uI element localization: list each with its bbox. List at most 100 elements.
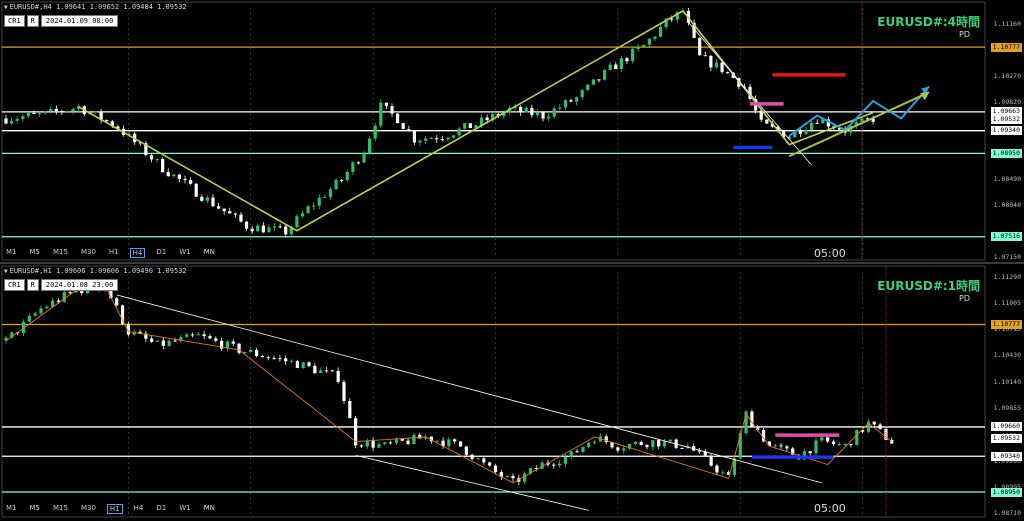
candle-body (161, 159, 165, 173)
symbol-header: ▼ EURUSD#,H1 1.09606 1.09606 1.09490 1.09… (4, 267, 187, 275)
candle-body (348, 400, 352, 419)
candle-body (200, 196, 204, 201)
candle-body (237, 343, 241, 353)
candle-body (301, 362, 305, 368)
candle-body (196, 334, 200, 336)
candle-body (523, 473, 527, 482)
candle-body (39, 308, 43, 314)
candle-body (815, 122, 819, 124)
price-chart-h4[interactable] (0, 0, 1024, 264)
tf-m5[interactable]: M5 (28, 504, 43, 514)
tf-m30[interactable]: M30 (79, 248, 98, 258)
candle-body (71, 108, 75, 112)
candle-body (592, 441, 597, 443)
cr1-button[interactable]: CR1 (4, 15, 25, 27)
price-badge: 1.07516 (990, 232, 1022, 242)
candle-body (418, 140, 422, 143)
tf-d1[interactable]: D1 (154, 248, 168, 258)
candle-body (155, 340, 160, 342)
r-button[interactable]: R (26, 279, 39, 291)
tf-w1[interactable]: W1 (177, 504, 192, 514)
candle-body (831, 441, 836, 445)
pd-label: PD (959, 294, 970, 303)
candle-body (390, 106, 394, 114)
r-button[interactable]: R (26, 15, 39, 27)
candle-body (446, 137, 450, 140)
tf-w1[interactable]: W1 (177, 248, 192, 258)
price-badge: 1.08950 (990, 148, 1022, 158)
candle-body (645, 444, 649, 448)
candle-body (558, 463, 562, 466)
tf-m15[interactable]: M15 (51, 504, 70, 514)
tf-h1[interactable]: H1 (107, 248, 121, 258)
candle-body (149, 155, 154, 160)
zigzag-line (5, 285, 893, 484)
candle-body (524, 107, 528, 113)
price-tick: 1.10140 (993, 377, 1021, 386)
candle-body (33, 313, 37, 316)
candle-body (278, 358, 282, 360)
tf-mn[interactable]: MN (202, 248, 217, 258)
candle-body (552, 464, 556, 466)
candle-body (272, 358, 276, 360)
tf-d1[interactable]: D1 (154, 504, 168, 514)
candle-body (351, 162, 355, 173)
candle-body (172, 174, 176, 177)
candle-body (54, 108, 58, 112)
price-scale-h4[interactable]: 1.111601.107701.102701.098201.093401.089… (986, 0, 1024, 264)
pd-label: PD (959, 30, 970, 39)
candle-body (505, 475, 509, 477)
candle-body (602, 69, 607, 80)
tf-mn[interactable]: MN (202, 504, 217, 514)
candle-body (307, 362, 311, 366)
candle-body (289, 360, 294, 362)
cr1-button[interactable]: CR1 (4, 279, 25, 291)
chart-panel-h1[interactable]: ▼ EURUSD#,H1 1.09606 1.09606 1.09490 1.09… (0, 264, 1024, 521)
candle-body (435, 138, 439, 140)
candle-body (49, 108, 53, 112)
candle-body (295, 360, 299, 368)
candle-body (622, 448, 626, 451)
collapse-triangle-icon[interactable]: ▼ (4, 4, 8, 11)
trading-terminal: ▼ EURUSD#,H4 1.09641 1.09652 1.09484 1.09… (0, 0, 1024, 521)
candle-body (222, 208, 226, 212)
collapse-triangle-icon[interactable]: ▼ (4, 268, 8, 275)
tf-h1[interactable]: H1 (106, 504, 123, 514)
date-display: 2024.01.09 00:00 (40, 15, 119, 27)
tf-m5[interactable]: M5 (28, 248, 43, 258)
candle-body (37, 113, 42, 115)
tf-h4[interactable]: H4 (129, 248, 146, 258)
candle-body (614, 64, 618, 70)
price-chart-h1[interactable] (0, 264, 1024, 521)
tf-h4[interactable]: H4 (132, 504, 146, 514)
candle-body (345, 172, 349, 181)
tf-m15[interactable]: M15 (51, 248, 70, 258)
price-badge: 1.09340 (990, 126, 1022, 136)
candle-body (709, 455, 713, 466)
candle-body (400, 438, 404, 441)
candle-body (155, 159, 159, 161)
candle-body (9, 120, 14, 124)
candle-body (216, 206, 221, 209)
candle-body (383, 442, 387, 445)
candle-body (202, 334, 206, 337)
candle-body (608, 64, 612, 70)
candle-body (317, 197, 321, 206)
candle-body (493, 465, 498, 473)
tf-m1[interactable]: M1 (4, 504, 19, 514)
tf-m30[interactable]: M30 (79, 504, 98, 514)
candle-body (651, 440, 655, 448)
candle-body (319, 370, 323, 374)
price-scale-h1[interactable]: 1.11290 1.11005 1.10715 1.10430 1.10140 1.098… (986, 264, 1024, 521)
candle-body (855, 430, 859, 446)
candle-body (619, 58, 623, 70)
chart-panel-h4[interactable]: ▼ EURUSD#,H4 1.09641 1.09652 1.09484 1.09… (0, 0, 1024, 264)
symbol-header: ▼ EURUSD#,H4 1.09641 1.09652 1.09484 1.09… (4, 3, 187, 11)
candle-body (384, 102, 389, 107)
candle-body (849, 443, 853, 446)
price-tick: 1.08040 (993, 201, 1021, 210)
price-tick: 1.10430 (993, 351, 1021, 360)
candle-body (150, 338, 154, 342)
tf-m1[interactable]: M1 (4, 248, 19, 258)
price-tick: 1.09820 (993, 97, 1021, 106)
